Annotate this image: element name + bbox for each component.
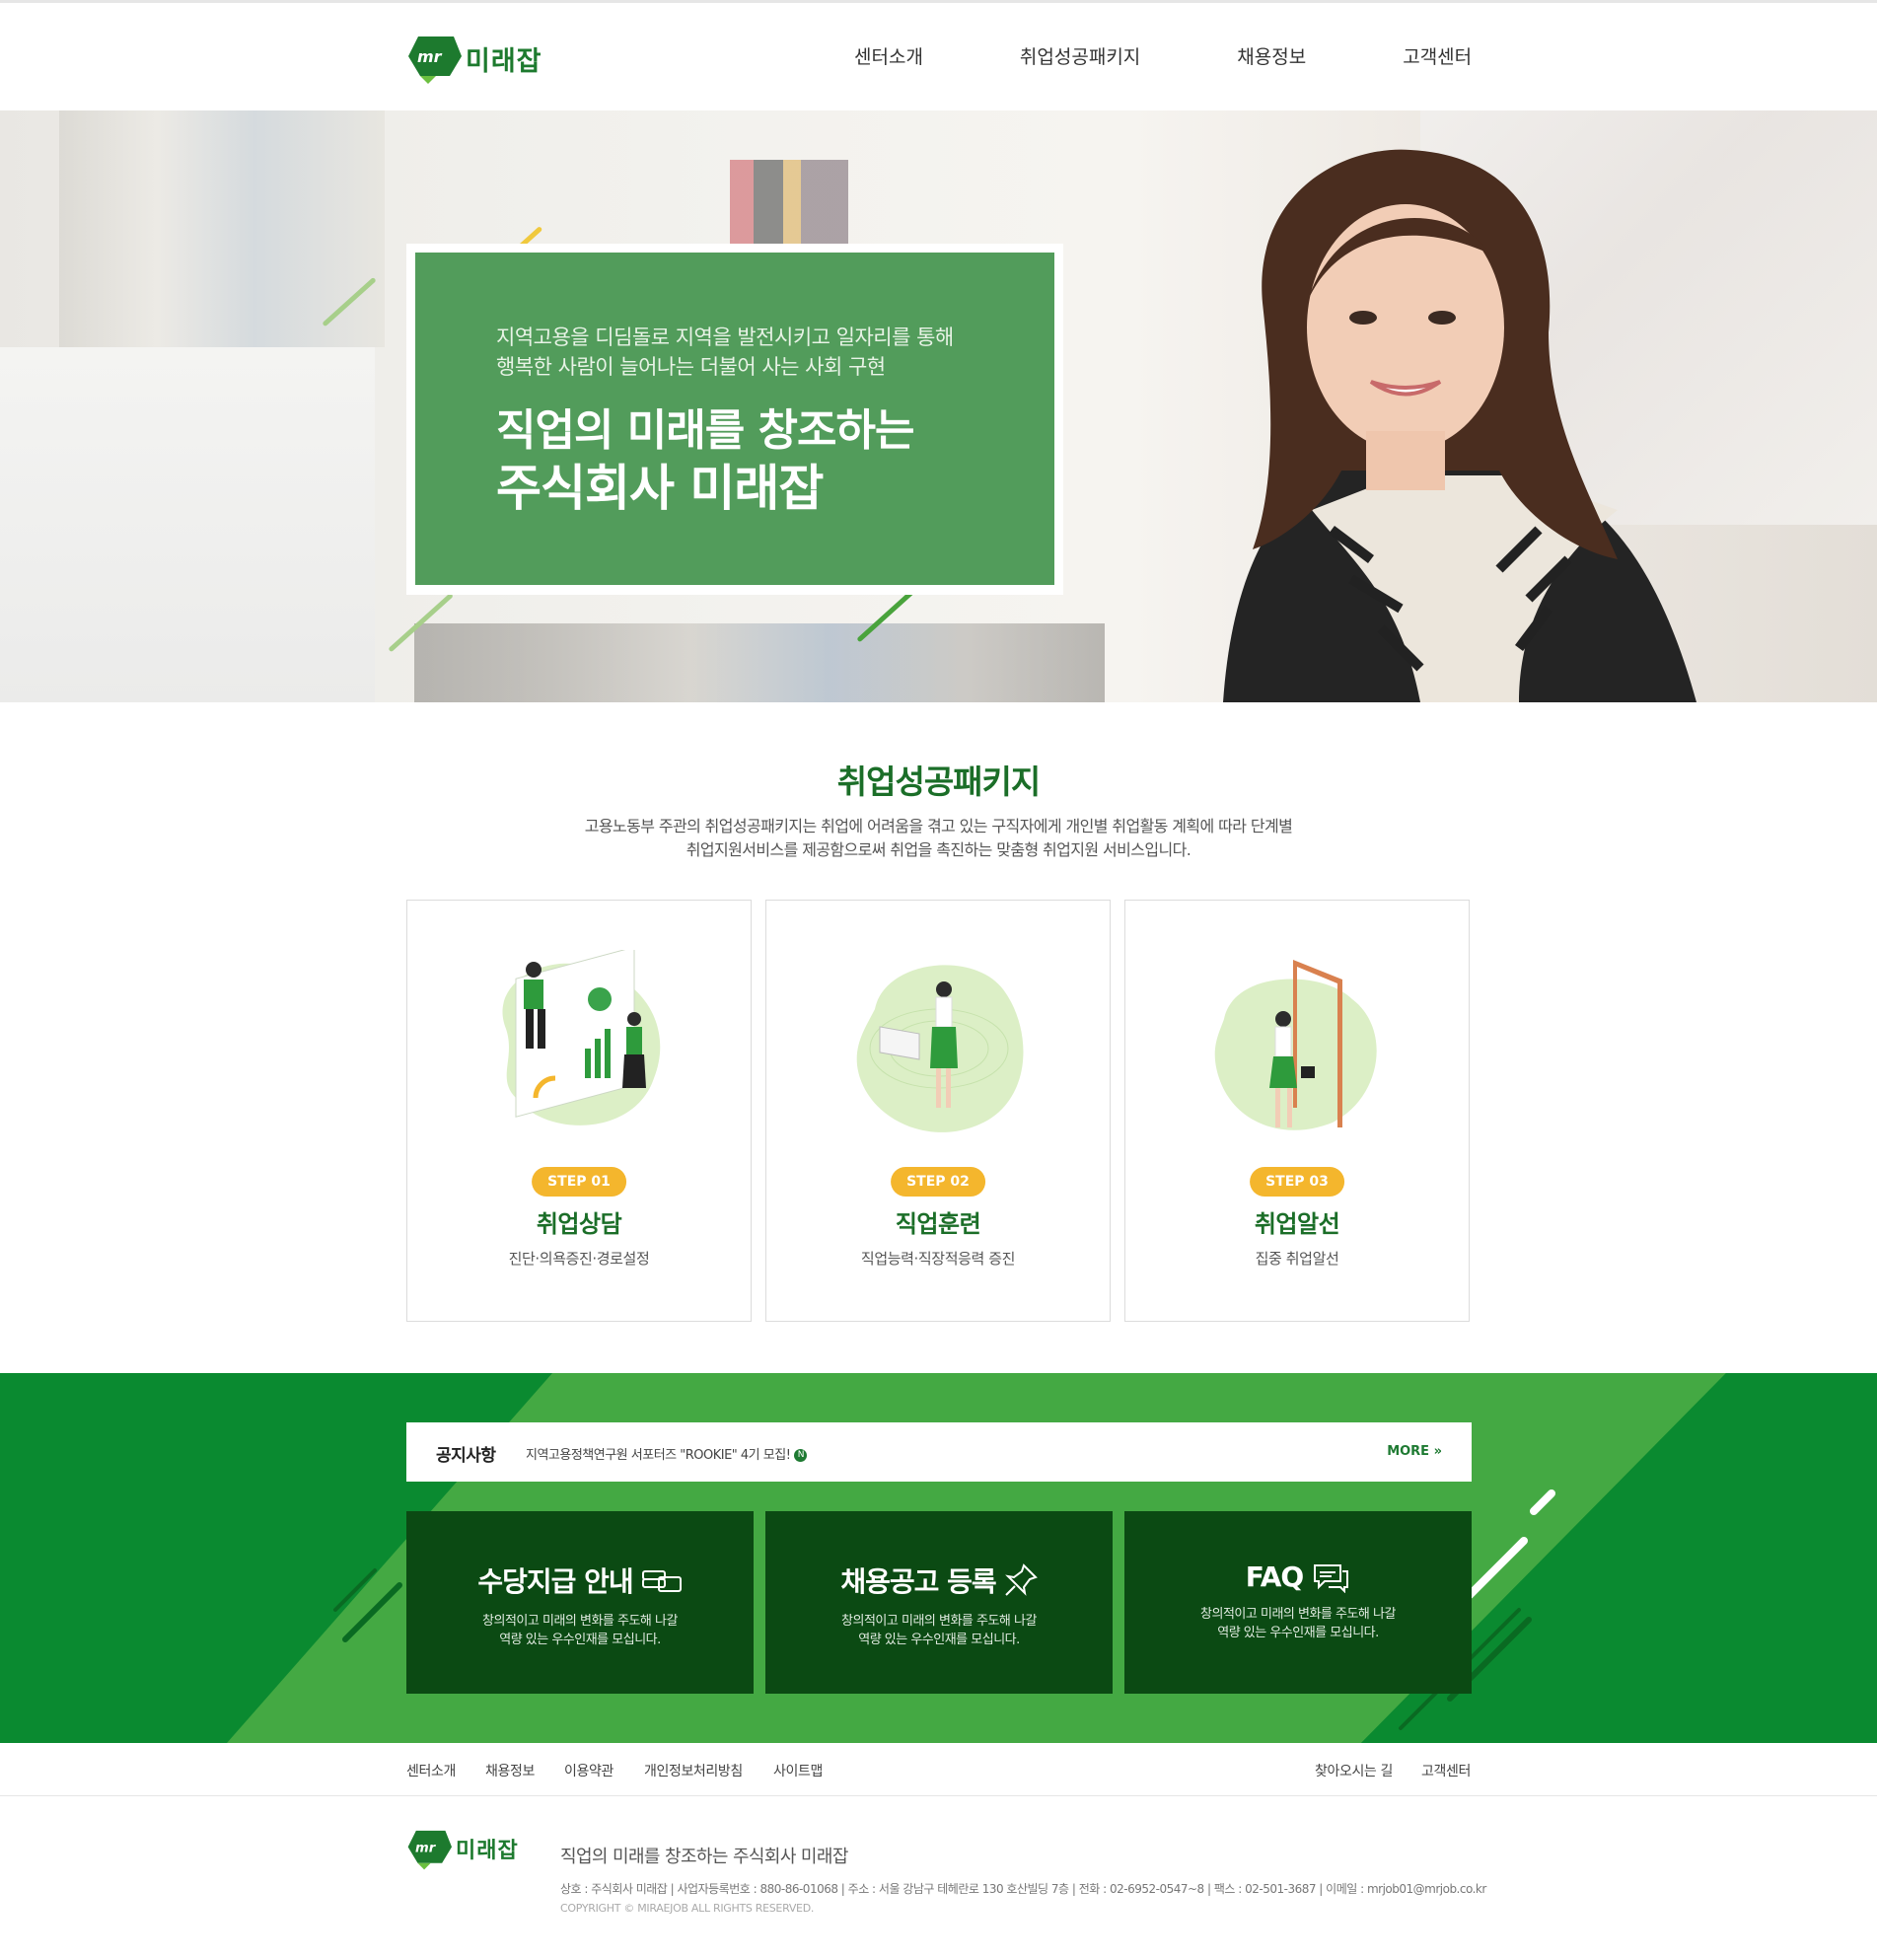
money-icon [641,1570,682,1592]
package-section-title: 취업성공패키지 [836,762,1042,801]
footer-copyright: COPYRIGHT © MIRAEJOB ALL RIGHTS RESERVED… [560,1902,815,1915]
notice-latest-item[interactable]: 지역고용정책연구원 서포터즈 "ROOKIE" 4기 모집! N [526,1444,808,1463]
footer-company-info: 상호 : 주식회사 미래잡 | 사업자등록번호 : 880-86-01068 |… [560,1882,1486,1896]
step-badge: STEP 01 [532,1167,626,1197]
footer-link-support[interactable]: 고객센터 [1421,1761,1471,1780]
quick-box-title: 채용공고 등록 [840,1565,996,1598]
step-card-training[interactable]: STEP 02 직업훈련 직업능력·직장적응력 증진 [765,900,1111,1322]
notice-bar: 공지사항 지역고용정책연구원 서포터즈 "ROOKIE" 4기 모집! N MOR… [406,1422,1472,1482]
hero-title: 직업의 미래를 창조하는 주식회사 미래잡 [496,402,914,517]
quick-box-desc-line2: 역량 있는 우수인재를 모십니다. [1217,1626,1379,1640]
step-card-title: 직업훈련 [895,1210,981,1238]
hero-title-line1: 직업의 미래를 창조하는 [496,405,914,456]
package-desc-line1: 고용노동부 주관의 취업성공패키지는 취업에 어려움을 겪고 있는 구직자에게 … [584,817,1293,835]
hero-woman-image [1223,149,1697,702]
quick-box-desc-line2: 역량 있는 우수인재를 모십니다. [499,1633,661,1647]
step-card-placement[interactable]: STEP 03 취업알선 집중 취업알선 [1124,900,1470,1322]
main-nav: 센터소개 취업성공패키지 채용정보 고객센터 [854,42,1472,69]
hero-bg-desk [0,347,375,702]
hero-bg-books-bottom [414,623,1105,702]
step-badge: STEP 03 [1250,1167,1344,1197]
step-badge: STEP 02 [891,1167,985,1197]
quick-box-title-row: 채용공고 등록 [765,1561,1113,1600]
step-card-desc: 집중 취업알선 [1255,1250,1339,1268]
svg-text:mr: mr [415,1841,437,1855]
quick-box-desc: 창의적이고 미래의 변화를 주도해 나갈 역량 있는 우수인재를 모십니다. [1124,1605,1472,1642]
footer-link-center[interactable]: 센터소개 [406,1761,456,1780]
nav-item-package[interactable]: 취업성공패키지 [1020,42,1140,69]
nav-item-center[interactable]: 센터소개 [854,42,923,69]
quick-box-title: FAQ [1245,1561,1304,1593]
site-logo[interactable]: mr 미래잡 [406,31,542,86]
package-section-desc: 고용노동부 주관의 취업성공패키지는 취업에 어려움을 겪고 있는 구직자에게 … [0,815,1877,862]
nav-item-jobs[interactable]: 채용정보 [1237,42,1306,69]
footer-link-directions[interactable]: 찾아오시는 길 [1315,1761,1393,1780]
footer-divider [0,1795,1877,1796]
quick-box-allowance[interactable]: 수당지급 안내 창의적이고 미래의 변화를 주도해 나갈 역량 있는 우수인재를… [406,1511,754,1694]
step-card-desc: 진단·의욕증진·경로설정 [508,1250,650,1268]
quick-box-desc-line1: 창의적이고 미래의 변화를 주도해 나갈 [1200,1607,1396,1622]
footer-logo: mr 미래잡 [406,1827,519,1870]
new-badge-icon: N [794,1449,808,1462]
placement-illustration [1214,960,1377,1130]
quick-box-desc: 창의적이고 미래의 변화를 주도해 나갈 역량 있는 우수인재를 모십니다. [406,1612,754,1649]
svg-text:mr: mr [417,47,443,66]
hero-title-line2: 주식회사 미래잡 [496,460,824,517]
footer-link-sitemap[interactable]: 사이트맵 [773,1761,823,1780]
package-desc-line2: 취업지원서비스를 제공함으로써 취업을 촉진하는 맞춤형 취업지원 서비스입니다… [686,840,1191,859]
nav-item-support[interactable]: 고객센터 [1403,42,1472,69]
step-card-desc: 직업능력·직장적응력 증진 [860,1250,1016,1268]
hero-subtitle: 지역고용을 디딤돌로 지역을 발전시키고 일자리를 통해 행복한 사람이 늘어나… [496,323,954,382]
step-card-title: 취업상담 [536,1210,622,1238]
quick-box-title: 수당지급 안내 [477,1565,633,1598]
chat-icon [1314,1563,1349,1593]
quick-box-title-row: FAQ [1124,1561,1472,1593]
logo-mark-icon: mr [408,36,462,84]
pin-icon [1004,1563,1038,1596]
notice-label: 공지사항 [436,1446,496,1466]
notice-more-link[interactable]: MORE » [1387,1444,1442,1459]
notice-title[interactable]: 지역고용정책연구원 서포터즈 "ROOKIE" 4기 모집! [526,1448,791,1463]
footer-logo-text: 미래잡 [456,1839,519,1863]
consulting-illustration [502,950,661,1125]
training-illustration [856,965,1024,1132]
step-card-title: 취업알선 [1254,1210,1340,1238]
logo-text: 미래잡 [466,45,542,77]
footer-link-terms[interactable]: 이용약관 [564,1761,614,1780]
logo-mark-icon: mr [407,1830,452,1870]
quick-box-desc-line2: 역량 있는 우수인재를 모십니다. [858,1633,1020,1647]
quick-box-desc-line1: 창의적이고 미래의 변화를 주도해 나갈 [482,1614,678,1629]
footer-link-jobs[interactable]: 채용정보 [485,1761,535,1780]
footer-link-privacy[interactable]: 개인정보처리방침 [644,1761,743,1780]
quick-box-title-row: 수당지급 안내 [406,1561,754,1600]
quick-box-desc: 창의적이고 미래의 변화를 주도해 나갈 역량 있는 우수인재를 모십니다. [765,1612,1113,1649]
quick-box-desc-line1: 창의적이고 미래의 변화를 주도해 나갈 [841,1614,1037,1629]
hero-subtitle-line1: 지역고용을 디딤돌로 지역을 발전시키고 일자리를 통해 [496,326,954,349]
site-header: mr 미래잡 센터소개 취업성공패키지 채용정보 고객센터 [0,0,1877,113]
quick-box-faq[interactable]: FAQ 창의적이고 미래의 변화를 주도해 나갈 역량 있는 우수인재를 모십니… [1124,1511,1472,1694]
footer-slogan: 직업의 미래를 창조하는 주식회사 미래잡 [560,1847,848,1867]
hero-subtitle-line2: 행복한 사람이 늘어나는 더불어 사는 사회 구현 [496,355,886,379]
quick-box-job-posting[interactable]: 채용공고 등록 창의적이고 미래의 변화를 주도해 나갈 역량 있는 우수인재를… [765,1511,1113,1694]
step-card-consulting[interactable]: STEP 01 취업상담 진단·의욕증진·경로설정 [406,900,752,1322]
